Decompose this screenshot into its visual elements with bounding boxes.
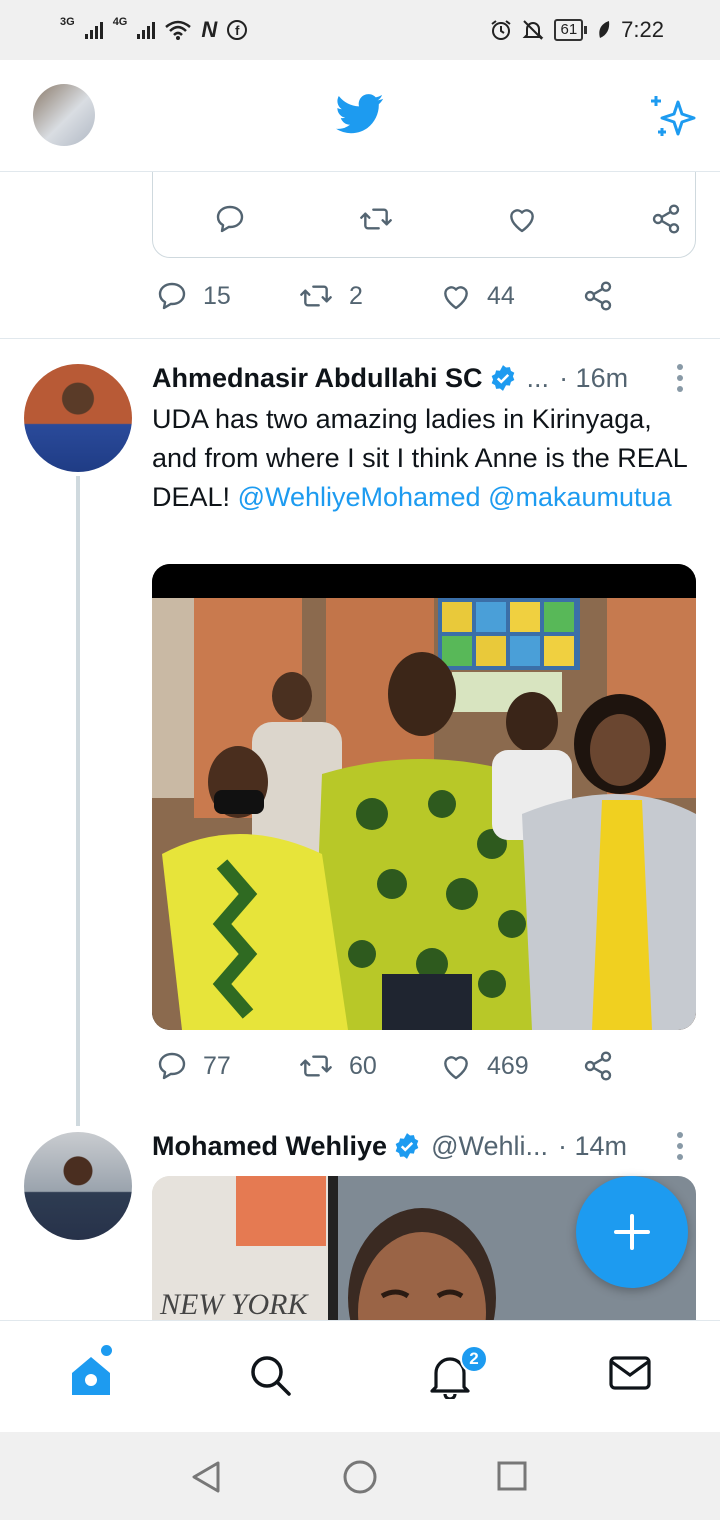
plus-icon xyxy=(614,1214,650,1250)
profile-avatar[interactable] xyxy=(33,84,95,146)
tweet-header: Ahmednasir Abdullahi SC ... · 16m xyxy=(152,358,700,398)
mail-icon xyxy=(609,1356,651,1390)
network-4g-label: 4G xyxy=(112,16,128,28)
like-icon[interactable] xyxy=(505,203,539,235)
alarm-icon xyxy=(491,20,512,40)
mention-link[interactable]: @WehliyeMohamed xyxy=(238,482,481,512)
system-navigation-bar xyxy=(0,1432,720,1520)
leaf-icon xyxy=(599,21,610,38)
tweet-actions-row: 15 2 44 xyxy=(155,280,625,312)
author-name[interactable]: Ahmednasir Abdullahi SC xyxy=(152,363,483,394)
quoted-tweet-card[interactable] xyxy=(152,172,696,258)
recents-icon[interactable] xyxy=(497,1461,527,1491)
like-icon xyxy=(444,286,468,310)
more-options-icon[interactable] xyxy=(674,362,686,394)
bottom-navigation: 2 xyxy=(0,1320,720,1432)
battery-level: 61 xyxy=(554,19,584,41)
reply-icon xyxy=(158,1052,186,1080)
author-handle[interactable]: @Wehli... xyxy=(431,1131,548,1162)
verified-badge-icon xyxy=(395,1133,419,1159)
network-3g-label: 3G xyxy=(60,16,75,28)
clock: 7:22 xyxy=(621,17,664,42)
signal-bars-icon xyxy=(137,21,156,39)
mute-bell-icon xyxy=(523,20,544,40)
search-icon xyxy=(251,1356,291,1396)
author-avatar[interactable] xyxy=(24,1132,132,1240)
facebook-icon: f xyxy=(227,20,248,40)
home-new-indicator xyxy=(101,1345,112,1356)
retweet-button[interactable]: 60 xyxy=(297,1050,439,1082)
sparkle-icon[interactable] xyxy=(648,94,696,140)
twitter-bird-icon[interactable] xyxy=(336,94,384,134)
reply-icon[interactable] xyxy=(213,203,247,235)
timeline-feed[interactable]: 15 2 44 Ahmednasir Abdullahi SC ... · 16… xyxy=(0,172,720,1320)
back-icon[interactable] xyxy=(190,1460,222,1494)
nav-home[interactable] xyxy=(68,1353,114,1402)
notifications-badge: 2 xyxy=(460,1345,488,1373)
mention-link[interactable]: @makaumutua xyxy=(488,482,672,512)
like-button[interactable]: 469 xyxy=(439,1050,581,1082)
tweet-text: UDA has two amazing ladies in Kirinyaga,… xyxy=(152,400,700,517)
battery-icon: 61 xyxy=(554,19,588,41)
retweet-icon[interactable] xyxy=(357,203,395,235)
photo-caption: NEW YORK xyxy=(159,1288,310,1320)
reply-count: 77 xyxy=(203,1051,231,1080)
retweet-count: 60 xyxy=(349,1051,377,1080)
tweet-timestamp[interactable]: · 14m xyxy=(558,1131,627,1162)
compose-tweet-button[interactable] xyxy=(576,1176,688,1288)
thread-connector-line xyxy=(76,476,80,1126)
author-avatar[interactable] xyxy=(24,364,132,472)
reply-count: 15 xyxy=(203,281,231,310)
reply-button[interactable]: 15 xyxy=(155,280,297,312)
verified-badge-icon xyxy=(491,365,514,391)
reply-button[interactable]: 77 xyxy=(155,1050,297,1082)
share-icon xyxy=(584,1051,612,1081)
author-name[interactable]: Mohamed Wehliye xyxy=(152,1131,387,1162)
nav-messages[interactable] xyxy=(608,1353,652,1398)
like-count: 44 xyxy=(487,281,515,310)
share-button[interactable] xyxy=(581,1050,615,1082)
tweet-header: Mohamed Wehliye @Wehli... · 14m xyxy=(152,1126,700,1166)
tweet-actions-row: 77 60 469 xyxy=(155,1050,625,1082)
reply-icon xyxy=(158,282,186,310)
app-header xyxy=(0,60,720,172)
tweet-timestamp[interactable]: · 16m xyxy=(559,363,628,394)
like-icon xyxy=(444,1056,468,1080)
retweet-icon xyxy=(300,1055,332,1077)
signal-bars-icon xyxy=(84,21,103,39)
author-handle[interactable]: ... xyxy=(527,363,550,394)
wifi-icon xyxy=(165,20,192,40)
retweet-button[interactable]: 2 xyxy=(297,280,439,312)
status-bar: 3G 4G N f 61 7:22 xyxy=(0,0,720,60)
retweet-icon xyxy=(300,285,332,307)
tweet-divider xyxy=(0,338,720,339)
like-button[interactable]: 44 xyxy=(439,280,581,312)
share-icon[interactable] xyxy=(649,203,683,235)
status-left: 3G 4G N f xyxy=(60,16,248,43)
share-icon xyxy=(584,281,612,311)
home-circle-icon[interactable] xyxy=(343,1460,377,1494)
n-app-icon: N xyxy=(201,17,218,42)
like-count: 469 xyxy=(487,1051,529,1080)
tweet-photo[interactable] xyxy=(152,564,696,1030)
retweet-count: 2 xyxy=(349,281,363,310)
more-options-icon[interactable] xyxy=(674,1130,686,1162)
photo-image xyxy=(152,564,696,1030)
share-button[interactable] xyxy=(581,280,615,312)
nav-search[interactable] xyxy=(248,1353,292,1402)
quoted-tweet-actions xyxy=(153,203,697,235)
home-icon xyxy=(72,1357,110,1395)
status-right: 61 7:22 xyxy=(490,17,664,43)
quoted-tweet-cut-text xyxy=(213,172,222,177)
